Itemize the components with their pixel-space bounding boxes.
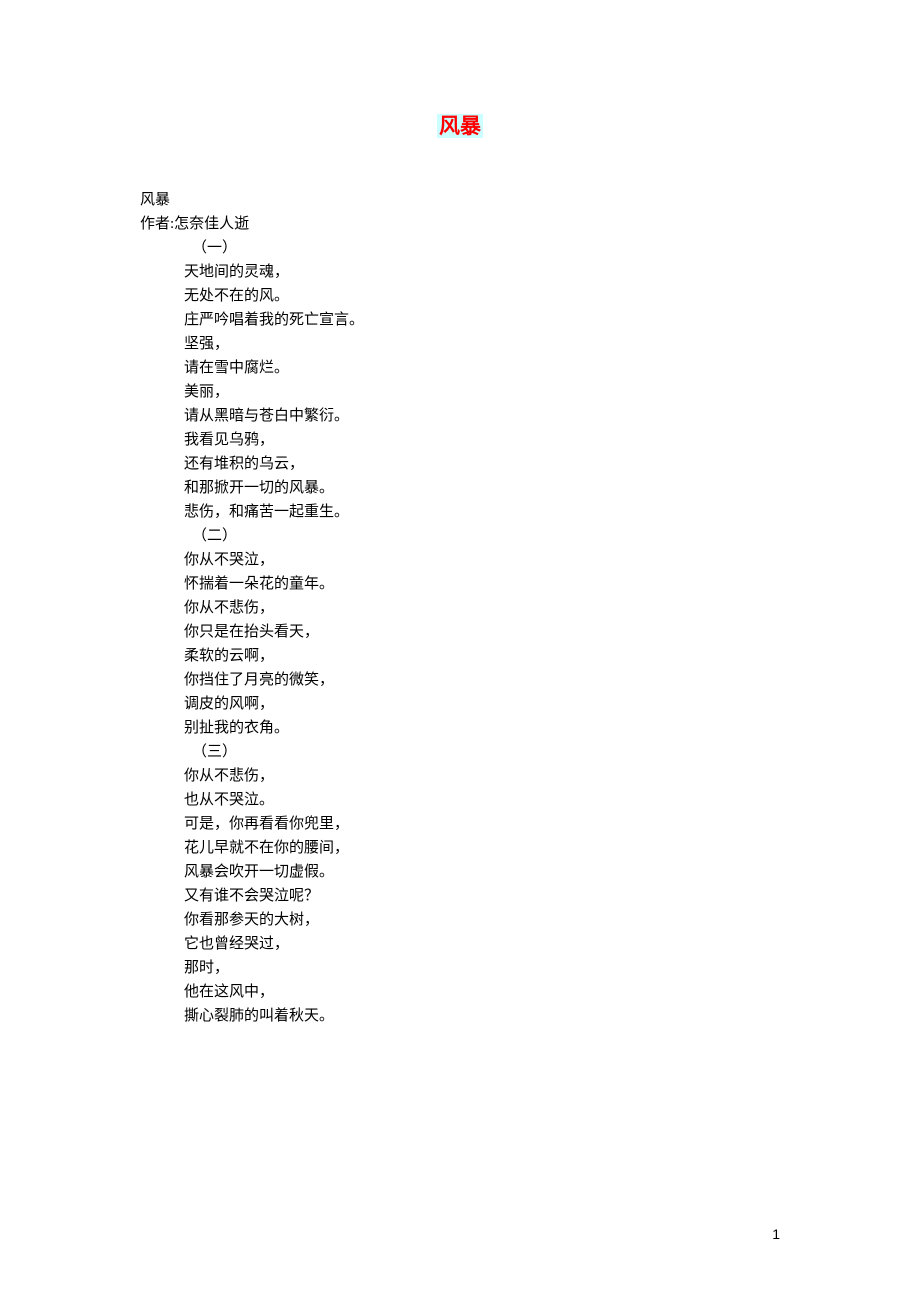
poem-line: 天地间的灵魂，	[140, 260, 780, 284]
poem-line: 花儿早就不在你的腰间，	[140, 836, 780, 860]
poem-line: 他在这风中，	[140, 980, 780, 1004]
section-marker: （三）	[140, 740, 780, 764]
poem-line: 你看那参天的大树，	[140, 908, 780, 932]
poem-line: 悲伤，和痛苦一起重生。	[140, 500, 780, 524]
document-page: 风暴 风暴 作者:怎奈佳人逝 （一） 天地间的灵魂， 无处不在的风。 庄严吟唱着…	[0, 0, 920, 1028]
poem-line: 撕心裂肺的叫着秋天。	[140, 1004, 780, 1028]
poem-line: 怀揣着一朵花的童年。	[140, 572, 780, 596]
poem-line: 坚强，	[140, 332, 780, 356]
poem-line: 和那掀开一切的风暴。	[140, 476, 780, 500]
poem-line: 我看见乌鸦，	[140, 428, 780, 452]
poem-line: 无处不在的风。	[140, 284, 780, 308]
poem-line: 你从不悲伤，	[140, 596, 780, 620]
poem-line: 你挡住了月亮的微笑，	[140, 668, 780, 692]
poem-title-line: 风暴	[140, 188, 780, 212]
poem-line: 那时，	[140, 956, 780, 980]
document-title: 风暴	[437, 114, 483, 138]
poem-line: 还有堆积的乌云，	[140, 452, 780, 476]
poem-line: 又有谁不会哭泣呢？	[140, 884, 780, 908]
poem-line: 庄严吟唱着我的死亡宣言。	[140, 308, 780, 332]
section-marker: （一）	[140, 236, 780, 260]
poem-line: 可是，你再看看你兜里，	[140, 812, 780, 836]
poem-line: 它也曾经哭过，	[140, 932, 780, 956]
poem-line: 柔软的云啊，	[140, 644, 780, 668]
poem-line: 也从不哭泣。	[140, 788, 780, 812]
poem-line: 你只是在抬头看天，	[140, 620, 780, 644]
document-title-container: 风暴	[140, 110, 780, 140]
poem-line: 请在雪中腐烂。	[140, 356, 780, 380]
page-number: 1	[772, 1226, 780, 1242]
section-marker: （二）	[140, 524, 780, 548]
poem-line: 请从黑暗与苍白中繁衍。	[140, 404, 780, 428]
poem-line: 别扯我的衣角。	[140, 716, 780, 740]
poem-line: 风暴会吹开一切虚假。	[140, 860, 780, 884]
author-line: 作者:怎奈佳人逝	[140, 212, 780, 236]
poem-line: 你从不悲伤，	[140, 764, 780, 788]
poem-line: 调皮的风啊，	[140, 692, 780, 716]
poem-line: 你从不哭泣，	[140, 548, 780, 572]
poem-line: 美丽，	[140, 380, 780, 404]
